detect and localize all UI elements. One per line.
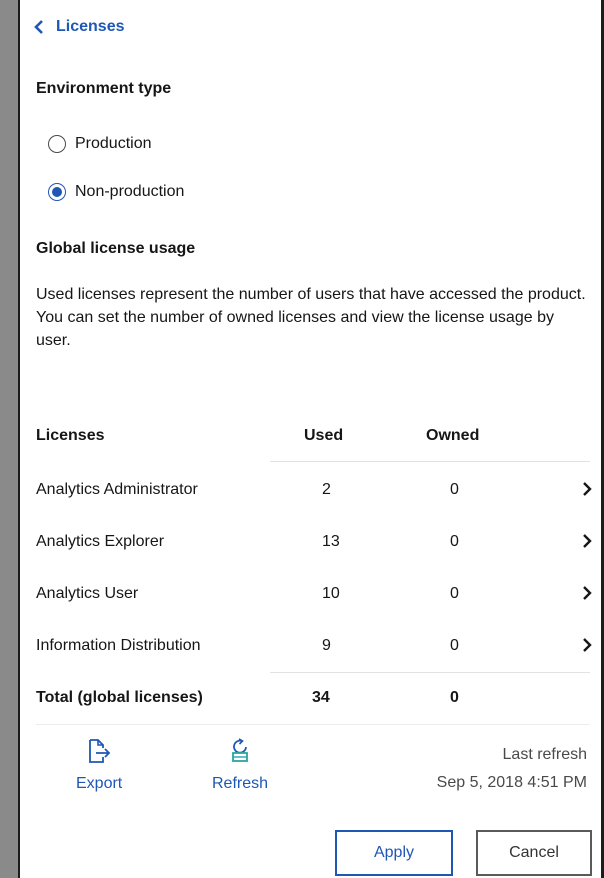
radio-non-production-label: Non-production <box>75 183 185 200</box>
radio-non-production-circle[interactable] <box>48 183 66 201</box>
chevron-right-icon[interactable] <box>582 637 592 658</box>
radio-production-label: Production <box>75 135 152 152</box>
export-button[interactable]: Export <box>76 738 122 793</box>
radio-non-production[interactable]: Non-production <box>48 183 184 201</box>
radio-production[interactable]: Production <box>48 135 152 153</box>
license-name: Information Distribution <box>36 637 201 654</box>
apply-button[interactable]: Apply <box>335 830 453 876</box>
license-owned: 0 <box>450 585 459 602</box>
export-icon <box>86 738 112 769</box>
license-used: 2 <box>322 481 331 498</box>
header-divider <box>270 461 590 462</box>
license-name: Analytics Explorer <box>36 533 165 550</box>
total-divider <box>270 672 590 673</box>
total-label: Total (global licenses) <box>36 689 203 706</box>
license-used: 10 <box>322 585 340 602</box>
licenses-panel: Licenses Environment type Production Non… <box>18 0 604 878</box>
cancel-button[interactable]: Cancel <box>476 830 592 876</box>
license-owned: 0 <box>450 637 459 654</box>
total-used: 34 <box>312 689 330 706</box>
license-owned: 0 <box>450 533 459 550</box>
total-owned: 0 <box>450 689 459 706</box>
back-link-label: Licenses <box>56 18 125 35</box>
chevron-right-icon[interactable] <box>582 481 592 502</box>
license-owned: 0 <box>450 481 459 498</box>
last-refresh-label: Last refresh <box>502 746 587 763</box>
table-row[interactable]: Analytics Explorer 13 0 <box>36 530 592 554</box>
refresh-label: Refresh <box>212 775 269 792</box>
chevron-right-icon[interactable] <box>582 585 592 606</box>
back-link[interactable]: Licenses <box>34 18 124 36</box>
table-row[interactable]: Analytics Administrator 2 0 <box>36 478 592 502</box>
chevron-left-icon <box>34 19 44 35</box>
table-total-row: Total (global licenses) 34 0 <box>36 686 592 710</box>
table-row[interactable]: Information Distribution 9 0 <box>36 634 592 658</box>
global-license-usage-heading: Global license usage <box>36 240 196 257</box>
column-header-used: Used <box>304 427 344 444</box>
refresh-icon <box>227 738 253 769</box>
table-header: Licenses Used Owned <box>36 424 592 448</box>
actions-divider <box>36 724 590 725</box>
chevron-right-icon[interactable] <box>582 533 592 554</box>
environment-type-heading: Environment type <box>36 80 172 97</box>
license-name: Analytics User <box>36 585 139 602</box>
license-name: Analytics Administrator <box>36 481 198 498</box>
license-used: 9 <box>322 637 331 654</box>
radio-production-circle[interactable] <box>48 135 66 153</box>
export-label: Export <box>76 775 123 792</box>
last-refresh-time: Sep 5, 2018 4:51 PM <box>436 774 587 791</box>
column-header-licenses: Licenses <box>36 427 105 444</box>
refresh-button[interactable]: Refresh <box>212 738 268 793</box>
table-row[interactable]: Analytics User 10 0 <box>36 582 592 606</box>
license-used: 13 <box>322 533 340 550</box>
column-header-owned: Owned <box>426 427 480 444</box>
usage-description: Used licenses represent the number of us… <box>36 286 586 349</box>
